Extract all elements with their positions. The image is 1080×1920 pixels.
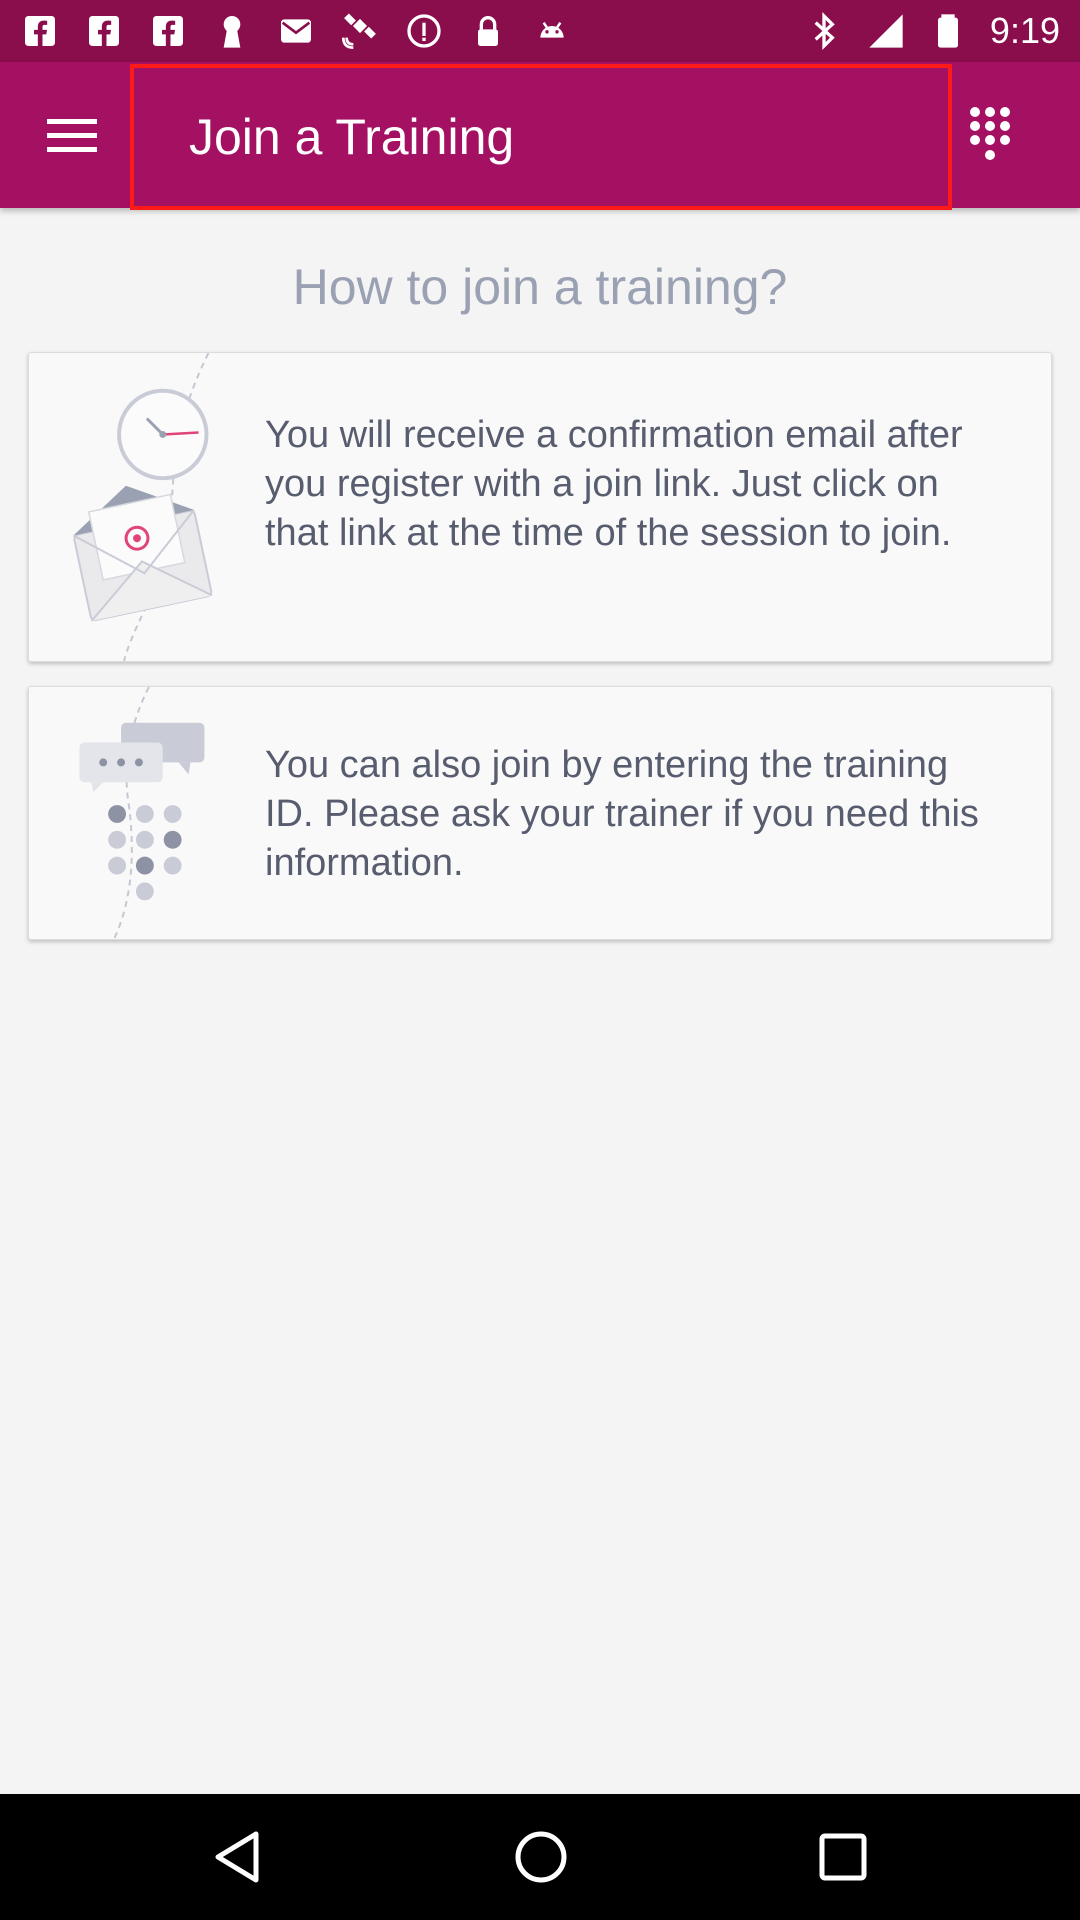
bluetooth-icon — [814, 11, 835, 51]
dialpad-button[interactable] — [960, 102, 1020, 168]
back-icon — [215, 1831, 259, 1883]
facebook-icon — [89, 16, 119, 46]
battery-icon — [937, 14, 958, 48]
app-bar: Join a Training — [0, 62, 1080, 210]
hamburger-menu-icon — [47, 119, 97, 152]
lock-icon — [478, 16, 498, 46]
home-button[interactable] — [508, 1824, 574, 1890]
keyhole-icon — [223, 16, 241, 48]
system-status: 9:19 — [804, 10, 1060, 52]
signal-icon — [869, 14, 903, 48]
instructions-heading: How to join a training? — [292, 259, 788, 315]
page-title: Join a Training — [189, 109, 515, 165]
back-button[interactable] — [204, 1824, 270, 1890]
satellite-icon — [342, 13, 376, 49]
mail-icon — [281, 19, 311, 43]
instruction-card-email: You will receive a confirmation email af… — [28, 352, 1052, 662]
recents-button[interactable] — [810, 1824, 876, 1890]
menu-button[interactable] — [34, 100, 110, 170]
chat-dialpad-icon — [79, 687, 205, 939]
home-icon — [515, 1831, 567, 1883]
info-icon — [407, 14, 441, 48]
facebook-icon — [25, 16, 55, 46]
status-bar: 9:19 — [0, 0, 1080, 62]
card-text-email: You will receive a confirmation email af… — [265, 414, 963, 554]
facebook-icon — [153, 16, 183, 46]
card-text-training-id: You can also join by entering the traini… — [265, 744, 979, 884]
dialpad-icon — [970, 107, 1010, 160]
notification-icons — [20, 11, 572, 51]
status-time: 9:19 — [989, 10, 1060, 51]
title-highlight: Join a Training — [130, 64, 952, 210]
android-icon — [540, 21, 564, 38]
navigation-bar — [0, 1794, 1080, 1920]
clock-envelope-icon — [72, 353, 213, 661]
recents-icon — [819, 1833, 867, 1881]
instruction-card-training-id: You can also join by entering the traini… — [28, 686, 1052, 940]
